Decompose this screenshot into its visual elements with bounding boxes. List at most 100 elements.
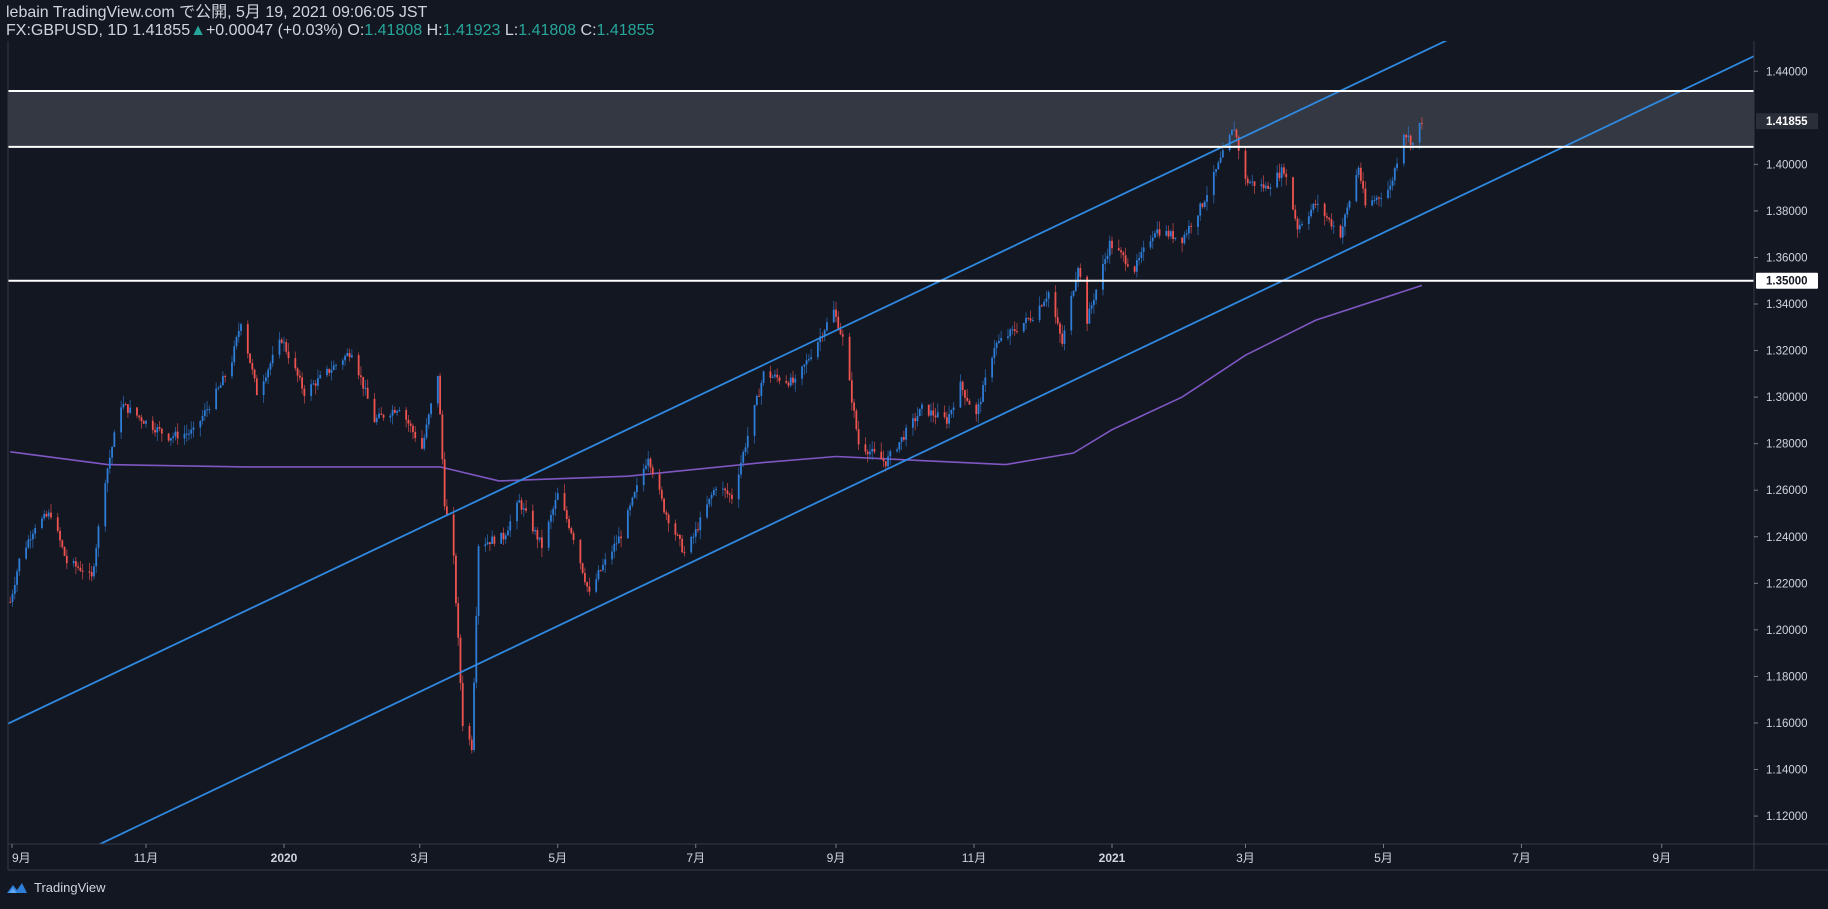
candle-body (362, 376, 365, 389)
candle-body (1411, 142, 1414, 145)
candle-body (977, 404, 980, 415)
candle-body (11, 593, 14, 603)
candle-body (439, 375, 441, 415)
resistance-zone (8, 91, 1754, 147)
candle-body (174, 431, 177, 437)
candle-body (111, 446, 113, 458)
price-tick-label: 1.30000 (1766, 392, 1808, 404)
candle-body (679, 534, 681, 539)
candle-body (251, 363, 254, 370)
candle-body (441, 414, 444, 460)
candle-body (525, 508, 527, 511)
candle-body (1120, 250, 1122, 253)
candle-body (550, 514, 552, 522)
candle-body (599, 570, 602, 572)
candle-body (314, 383, 317, 386)
candle-body (407, 419, 410, 424)
candle-body (90, 571, 93, 577)
candle-body (769, 371, 772, 378)
candle-body (27, 539, 30, 548)
tradingview-brand[interactable]: TradingView (34, 880, 106, 895)
candle-body (298, 375, 301, 378)
candle-body (611, 551, 613, 560)
candle-body (491, 536, 494, 544)
candle-body (1332, 225, 1335, 227)
candle-body (486, 542, 489, 545)
level-price-badge: 1.35000 (1766, 276, 1808, 288)
candle-body (945, 417, 948, 424)
candle-body (1206, 195, 1208, 202)
candle-body (56, 517, 59, 531)
candle-body (547, 521, 550, 548)
candle-body (801, 366, 803, 379)
candle-body (1007, 336, 1009, 339)
candle-body (715, 488, 717, 491)
time-tick-label: 7月 (686, 851, 705, 865)
candle-body (477, 546, 480, 616)
candle-body (1249, 182, 1251, 184)
candle-body (1027, 317, 1030, 319)
candle-body (1169, 231, 1172, 237)
resistance-zone-layer (8, 91, 1754, 147)
candle-body (93, 566, 95, 577)
candle-body (500, 532, 503, 544)
candle-body (1151, 237, 1154, 242)
candle-body (620, 536, 622, 539)
candle-body (887, 456, 889, 467)
candle-body (753, 405, 756, 436)
time-tick-label: 5月 (548, 851, 567, 865)
price-chart[interactable]: 1.44000 1.40000 1.38000 1.36000 1.34000 1.320… (0, 0, 1828, 909)
tradingview-logo-icon[interactable] (6, 881, 28, 895)
candle-body (586, 582, 589, 587)
candle-body (231, 362, 233, 377)
candle-body (914, 418, 917, 422)
candle-body (255, 378, 258, 396)
candle-body (1357, 167, 1360, 175)
candle-body (1348, 201, 1351, 208)
candle-body (199, 420, 202, 428)
candle-body (393, 409, 396, 413)
candle-body (731, 494, 733, 500)
time-tick-label: 9月 (1652, 851, 1671, 865)
candle-body (328, 368, 331, 373)
candle-body (240, 324, 242, 331)
candle-body (631, 497, 634, 506)
candle-body (43, 513, 46, 519)
candle-body (310, 384, 313, 396)
candle-body (758, 395, 760, 397)
candle-body (1212, 171, 1215, 196)
candle-body (968, 400, 971, 405)
candle-body (1063, 330, 1066, 344)
candle-body (993, 348, 996, 358)
candle-body (690, 536, 693, 553)
candle-body (873, 448, 876, 452)
candle-body (269, 363, 272, 370)
candle-body (344, 355, 346, 361)
price-tick-label: 1.18000 (1766, 671, 1808, 683)
candle-body (807, 359, 810, 361)
candle-body (597, 570, 600, 580)
candle-body (1138, 257, 1141, 261)
candle-body (1086, 276, 1089, 324)
candle-body (916, 416, 919, 422)
candle-body (1310, 209, 1312, 217)
candle-body (1126, 264, 1129, 267)
price-tick-label: 1.32000 (1766, 346, 1808, 358)
candle-body (1378, 197, 1380, 199)
candle-body (122, 404, 125, 408)
candle-body (190, 429, 193, 434)
candle-body (140, 417, 143, 422)
candle-body (694, 529, 697, 537)
price-tick-label: 1.12000 (1766, 811, 1808, 823)
candle-body (1316, 203, 1319, 205)
candle-body (647, 458, 650, 466)
candle-body (1156, 229, 1159, 234)
candle-body (1339, 225, 1342, 238)
candle-body (1124, 255, 1127, 265)
candle-body (866, 451, 869, 455)
candle-body (1371, 200, 1374, 206)
time-tick-label: 3月 (1236, 851, 1255, 865)
candle-body (455, 555, 457, 604)
candle-body (871, 448, 874, 452)
last-price-badge: 1.41855 (1766, 116, 1808, 128)
